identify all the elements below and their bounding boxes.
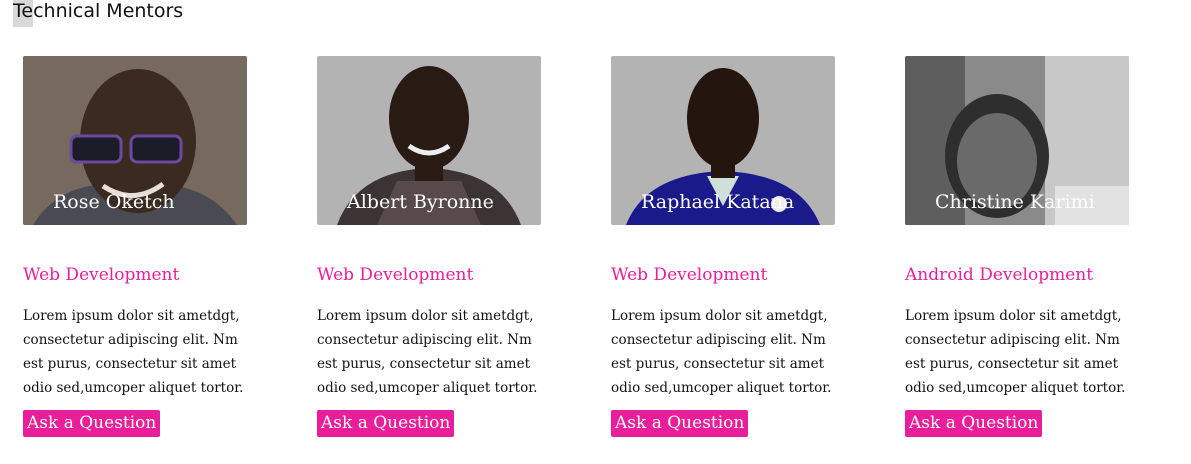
mentor-area: Web Development	[611, 265, 768, 285]
mentor-name: Albert Byronne	[347, 191, 494, 213]
mentor-name: Raphael Katana	[641, 191, 795, 213]
mentor-card: Rose Oketch Web Development Lorem ipsum …	[23, 56, 263, 437]
mentor-description: Lorem ipsum dolor sit ametdgt, consectet…	[23, 308, 244, 396]
title-highlight: Te	[13, 0, 34, 27]
mentor-area: Android Development	[905, 265, 1094, 285]
title-rest: chnical Mentors	[33, 0, 184, 22]
mentor-photo: Rose Oketch	[23, 56, 247, 225]
mentor-photo: Raphael Katana	[611, 56, 835, 225]
mentor-description: Lorem ipsum dolor sit ametdgt, consectet…	[611, 308, 832, 396]
ask-question-button[interactable]: Ask a Question	[317, 410, 455, 437]
mentor-name: Christine Karimi	[935, 191, 1095, 213]
mentor-area: Web Development	[23, 265, 180, 285]
mentor-photo: Christine Karimi	[905, 56, 1129, 225]
mentor-card: Raphael Katana Web Development Lorem ips…	[611, 56, 851, 437]
section-title: Technical Mentors	[13, 0, 183, 27]
ask-question-button[interactable]: Ask a Question	[611, 410, 749, 437]
mentor-name: Rose Oketch	[53, 191, 175, 213]
ask-question-button[interactable]: Ask a Question	[23, 410, 161, 437]
mentor-description: Lorem ipsum dolor sit ametdgt, consectet…	[905, 308, 1126, 396]
mentor-area: Web Development	[317, 265, 474, 285]
mentor-card: Albert Byronne Web Development Lorem ips…	[317, 56, 557, 437]
ask-question-button[interactable]: Ask a Question	[905, 410, 1043, 437]
mentor-card: Christine Karimi Android Development Lor…	[905, 56, 1145, 437]
mentor-photo: Albert Byronne	[317, 56, 541, 225]
mentor-description: Lorem ipsum dolor sit ametdgt, consectet…	[317, 308, 538, 396]
